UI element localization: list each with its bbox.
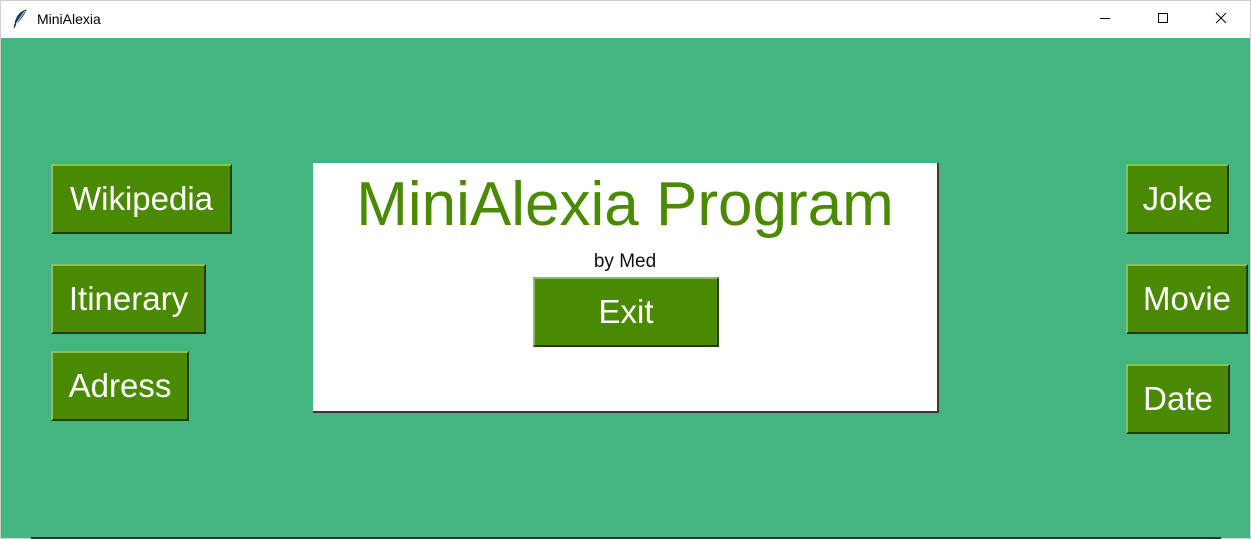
minimize-icon [1099, 11, 1111, 29]
close-button[interactable] [1192, 1, 1250, 38]
close-icon [1215, 11, 1227, 29]
maximize-button[interactable] [1134, 1, 1192, 38]
maximize-icon [1157, 11, 1169, 29]
app-window: MiniAlexia Wikipedia Itinerary Adress Mi… [0, 0, 1251, 539]
author-label: by Med [593, 251, 657, 272]
movie-button[interactable]: Movie [1126, 264, 1248, 334]
adress-button[interactable]: Adress [51, 351, 189, 421]
minimize-button[interactable] [1076, 1, 1134, 38]
date-button[interactable]: Date [1126, 364, 1230, 434]
wikipedia-button[interactable]: Wikipedia [51, 164, 232, 234]
feather-icon [12, 9, 28, 29]
program-title: MiniAlexia Program [356, 170, 894, 239]
window-title: MiniAlexia [37, 11, 101, 27]
title-bar[interactable]: MiniAlexia [1, 1, 1250, 38]
itinerary-button[interactable]: Itinerary [51, 264, 206, 334]
main-area: Wikipedia Itinerary Adress MiniAlexia Pr… [1, 38, 1250, 538]
exit-button[interactable]: Exit [533, 277, 719, 347]
center-panel: MiniAlexia Program by Med Exit [313, 163, 939, 413]
joke-button[interactable]: Joke [1126, 164, 1229, 234]
